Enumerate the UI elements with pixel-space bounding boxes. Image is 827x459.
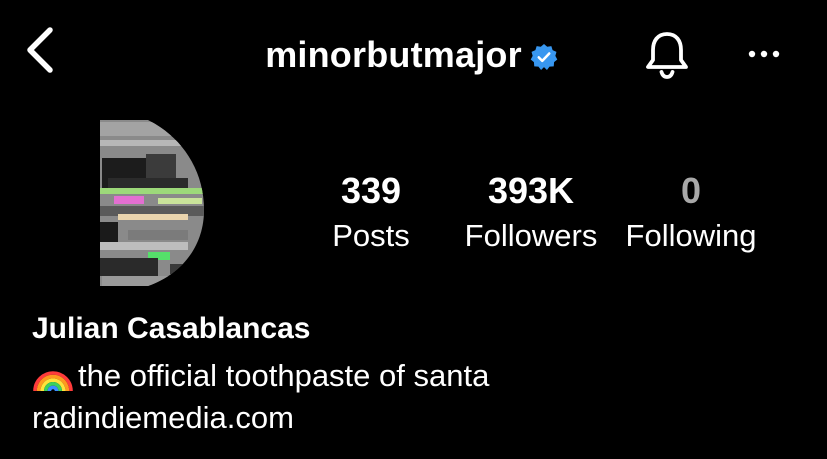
following-stat[interactable]: 0 Following [616, 170, 766, 256]
back-button[interactable] [18, 22, 62, 78]
profile-display-name: Julian Casablancas [32, 312, 311, 345]
verified-badge-icon [530, 44, 558, 71]
posts-count: 339 [340, 170, 402, 211]
followers-label: Followers [464, 218, 598, 253]
bio-text: the official toothpaste of santa [78, 358, 490, 393]
following-count: 0 [680, 170, 702, 211]
profile-username: minorbutmajor [265, 34, 522, 75]
more-options-button[interactable] [740, 36, 788, 72]
profile-avatar[interactable] [58, 118, 228, 288]
profile-bio: the official toothpaste of santa [32, 356, 489, 396]
notifications-button[interactable] [640, 28, 694, 82]
followers-stat[interactable]: 393K Followers [456, 170, 606, 256]
followers-count: 393K [487, 170, 575, 211]
profile-website-link[interactable]: radindiemedia.com [32, 398, 294, 438]
chevron-left-icon [27, 27, 53, 73]
more-horizontal-icon [748, 50, 780, 58]
posts-label: Posts [332, 218, 410, 253]
bell-icon [646, 32, 688, 79]
top-navigation-bar: minorbutmajor [0, 0, 827, 100]
rainbow-emoji-icon [33, 371, 73, 392]
posts-stat[interactable]: 339 Posts [316, 170, 426, 256]
following-label: Following [625, 218, 757, 253]
